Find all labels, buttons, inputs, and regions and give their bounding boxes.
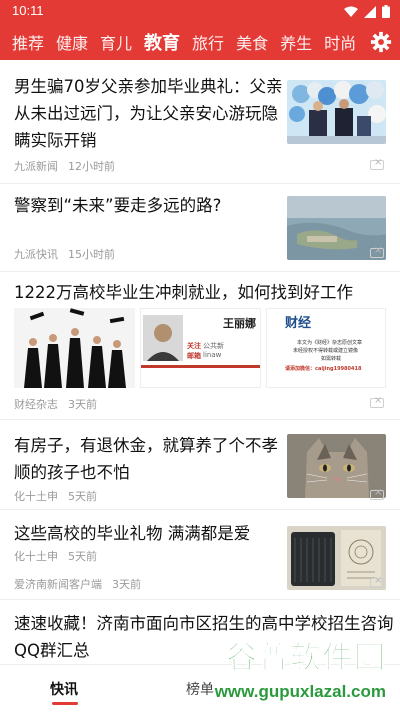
- news-item[interactable]: 警察到“未来”要走多远的路? 九派快讯 15小时前: [0, 184, 400, 272]
- dismiss-button[interactable]: [370, 245, 384, 258]
- news-time: 3天前: [68, 398, 97, 411]
- news-time: 15小时前: [68, 248, 115, 261]
- dismiss-button[interactable]: [370, 395, 384, 408]
- news-source: 爱济南新闻客户端: [14, 578, 102, 591]
- profile-field-label: 关注: [187, 342, 201, 350]
- watermark: 谷普软件园 www.gupuxlazal.com: [214, 632, 396, 708]
- poster-line: 未经授权不得转载或建立镜像: [293, 348, 359, 354]
- tab-fashion[interactable]: 时尚: [324, 30, 356, 54]
- news-image-poster: 财经 本文为《财经》杂志原创文章 未经授权不得转载或建立镜像 如需转载 请添加微…: [266, 308, 386, 388]
- tab-travel[interactable]: 旅行: [192, 30, 224, 54]
- tab-parenting[interactable]: 育儿: [100, 30, 132, 54]
- dismiss-button[interactable]: [370, 575, 384, 588]
- title-line: 这些高校的毕业礼物 满满都是爱: [14, 524, 251, 543]
- tab-education[interactable]: 教育: [144, 29, 180, 55]
- active-tab-indicator: [52, 702, 78, 705]
- gear-icon[interactable]: [370, 31, 392, 53]
- poster-brand-logo: 财经: [285, 316, 312, 331]
- news-image-profile-card: 王丽娜 关注 邮箱 公共新 linaw: [140, 308, 261, 388]
- news-meta: 财经杂志 3天前: [14, 396, 97, 412]
- news-source: 九派快讯: [14, 248, 58, 261]
- profile-name: 王丽娜: [223, 317, 256, 330]
- news-meta: 九派快讯 15小时前: [14, 246, 115, 262]
- news-title: 男生骗70岁父亲参加毕业典礼：父亲 从未出过远门，为让父亲安心游玩隐 瞒实际开销: [14, 73, 284, 154]
- news-thumbnail: [287, 80, 386, 144]
- title-line: 有房子，有退休金，就算养了个不孝: [14, 436, 278, 455]
- poster-line: 请添加微信：caijing19980418: [285, 366, 362, 372]
- tab-health[interactable]: 健康: [56, 30, 88, 54]
- wifi-icon: [344, 6, 358, 17]
- news-source: 化十土申: [14, 490, 58, 503]
- profile-field-value: linaw: [203, 351, 222, 359]
- channel-bar: 推荐 健康 育儿 教育 旅行 美食 养生 时尚: [0, 24, 400, 60]
- channel-list: 推荐 健康 育儿 教育 旅行 美食 养生 时尚: [0, 24, 356, 60]
- title-line: 从未出过远门，为让父亲安心游玩隐: [14, 104, 278, 123]
- news-title: 警察到“未来”要走多远的路?: [14, 192, 284, 219]
- watermark-url: www.gupuxlazal.com: [214, 682, 386, 701]
- news-title: 有房子，有退休金，就算养了个不孝 顺的孩子也不怕: [14, 432, 284, 486]
- tab-wellness[interactable]: 养生: [280, 30, 312, 54]
- status-bar: 10:11: [0, 0, 400, 24]
- news-item[interactable]: 1222万高校毕业生冲刺就业，如何找到好工作 王丽娜 关注 邮箱 公共新 lin…: [0, 272, 400, 420]
- title-line: 警察到“未来”要走多远的路?: [14, 196, 222, 215]
- profile-field-value: 公共新: [203, 342, 224, 350]
- title-line: 男生骗70岁父亲参加毕业典礼：父亲: [14, 77, 283, 96]
- tab-rankings[interactable]: 榜单: [186, 679, 214, 699]
- poster-line: 本文为《财经》杂志原创文章: [297, 340, 363, 346]
- title-line: 顺的孩子也不怕: [14, 463, 130, 482]
- signal-icon: [364, 5, 376, 18]
- news-title: 这些高校的毕业礼物 满满都是爱: [14, 520, 284, 547]
- dismiss-button[interactable]: [370, 487, 384, 500]
- news-meta: 九派新闻 12小时前: [14, 158, 115, 174]
- news-time: 3天前: [112, 578, 141, 591]
- news-time: 5天前: [68, 490, 97, 503]
- battery-icon: [382, 5, 390, 18]
- tab-recommend[interactable]: 推荐: [12, 30, 44, 54]
- news-time: 12小时前: [68, 160, 115, 173]
- news-source: 财经杂志: [14, 398, 58, 411]
- profile-photo: [143, 315, 183, 361]
- news-source: 九派新闻: [14, 160, 58, 173]
- tab-express-news[interactable]: 快讯: [50, 679, 78, 699]
- title-line: 瞒实际开销: [14, 131, 97, 150]
- profile-divider: [141, 365, 260, 368]
- profile-field-label: 邮箱: [187, 352, 201, 360]
- poster-line: 如需转载: [321, 356, 342, 362]
- news-thumbnail: [287, 434, 386, 498]
- dismiss-button[interactable]: [370, 157, 384, 170]
- status-icons: [344, 5, 390, 18]
- status-time: 10:11: [12, 3, 44, 18]
- news-image-graduates: [14, 308, 135, 388]
- news-item[interactable]: 男生骗70岁父亲参加毕业典礼：父亲 从未出过远门，为让父亲安心游玩隐 瞒实际开销…: [0, 60, 400, 184]
- news-title: 1222万高校毕业生冲刺就业，如何找到好工作: [14, 279, 394, 306]
- news-meta: 化十土申 5天前: [14, 488, 97, 504]
- news-meta: 爱济南新闻客户端 3天前: [14, 576, 141, 592]
- title-line: 1222万高校毕业生冲刺就业，如何找到好工作: [14, 283, 353, 302]
- tab-food[interactable]: 美食: [236, 30, 268, 54]
- watermark-title: 谷普软件园: [226, 640, 386, 676]
